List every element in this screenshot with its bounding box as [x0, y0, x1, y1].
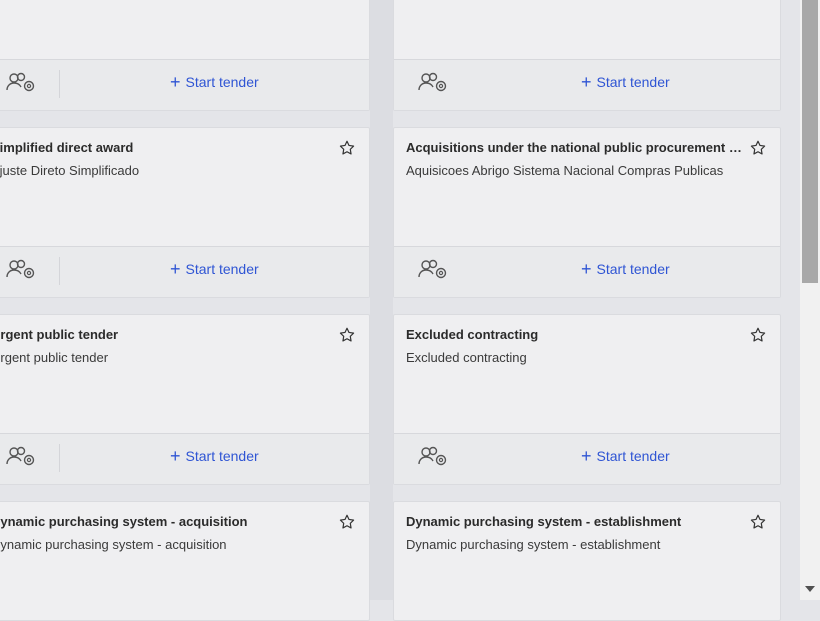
favorite-star-icon[interactable]	[749, 513, 767, 531]
start-tender-label: Start tender	[596, 261, 670, 277]
plus-icon: +	[581, 259, 592, 279]
vertical-scrollbar[interactable]	[800, 0, 820, 600]
footer-divider	[59, 70, 60, 98]
start-tender-label: Start tender	[596, 448, 670, 464]
procedure-card: Dynamic purchasing system - establishmen…	[393, 501, 781, 621]
card-footer: + Start tender	[0, 246, 369, 297]
favorite-star-icon[interactable]	[749, 326, 767, 344]
card-title[interactable]: Dynamic purchasing system - acquisition	[0, 514, 321, 529]
team-settings-icon[interactable]	[5, 70, 39, 98]
start-tender-button[interactable]: + Start tender	[170, 446, 259, 466]
card-subtitle: Dynamic purchasing system - acquisition	[0, 537, 227, 552]
plus-icon: +	[170, 259, 181, 279]
start-tender-label: Start tender	[596, 74, 670, 90]
scroll-down-arrow-icon[interactable]	[805, 586, 815, 592]
scrollbar-thumb[interactable]	[802, 0, 818, 283]
team-settings-icon[interactable]	[5, 444, 39, 472]
start-tender-button[interactable]: + Start tender	[581, 446, 670, 466]
card-footer: + Start tender	[0, 59, 369, 110]
card-footer: + Start tender	[0, 433, 369, 484]
team-settings-icon[interactable]	[417, 70, 451, 98]
card-footer: + Start tender	[394, 433, 780, 484]
procedure-card: Simplified direct award Ajuste Direto Si…	[0, 127, 370, 298]
start-tender-button[interactable]: + Start tender	[170, 72, 259, 92]
procedure-card: Dynamic purchasing system - acquisition …	[0, 501, 370, 621]
footer-divider	[59, 444, 60, 472]
procedure-card: Acquisitions under the national public p…	[393, 127, 781, 298]
card-subtitle: Excluded contracting	[406, 350, 527, 365]
procedure-card: Excluded contracting Excluded contractin…	[393, 314, 781, 485]
card-title[interactable]: Urgent public tender	[0, 327, 321, 342]
favorite-star-icon[interactable]	[338, 513, 356, 531]
start-tender-button[interactable]: + Start tender	[581, 72, 670, 92]
start-tender-button[interactable]: + Start tender	[170, 259, 259, 279]
procedure-card: + Start tender	[393, 0, 781, 111]
start-tender-button[interactable]: + Start tender	[581, 259, 670, 279]
card-subtitle: Aquisicoes Abrigo Sistema Nacional Compr…	[406, 163, 724, 178]
start-tender-label: Start tender	[185, 261, 259, 277]
card-title[interactable]: Excluded contracting	[406, 327, 746, 342]
favorite-star-icon[interactable]	[338, 139, 356, 157]
procedure-grid: + Start tender + Start tender Simplified…	[0, 0, 800, 621]
card-footer: + Start tender	[394, 59, 780, 110]
column-gutter	[370, 0, 393, 600]
card-title[interactable]: Simplified direct award	[0, 140, 321, 155]
start-tender-label: Start tender	[185, 448, 259, 464]
favorite-star-icon[interactable]	[338, 326, 356, 344]
plus-icon: +	[170, 72, 181, 92]
plus-icon: +	[581, 72, 592, 92]
card-subtitle: Dynamic purchasing system - establishmen…	[406, 537, 661, 552]
procedure-card: + Start tender	[0, 0, 370, 111]
favorite-star-icon[interactable]	[749, 139, 767, 157]
team-settings-icon[interactable]	[417, 257, 451, 285]
team-settings-icon[interactable]	[417, 444, 451, 472]
procedure-card: Urgent public tender Urgent public tende…	[0, 314, 370, 485]
team-settings-icon[interactable]	[5, 257, 39, 285]
footer-divider	[59, 257, 60, 285]
card-footer: + Start tender	[394, 246, 780, 297]
start-tender-label: Start tender	[185, 74, 259, 90]
plus-icon: +	[170, 446, 181, 466]
card-title[interactable]: Dynamic purchasing system - establishmen…	[406, 514, 746, 529]
card-title[interactable]: Acquisitions under the national public p…	[406, 140, 746, 155]
plus-icon: +	[581, 446, 592, 466]
card-subtitle: Urgent public tender	[0, 350, 109, 365]
card-subtitle: Ajuste Direto Simplificado	[0, 163, 140, 178]
